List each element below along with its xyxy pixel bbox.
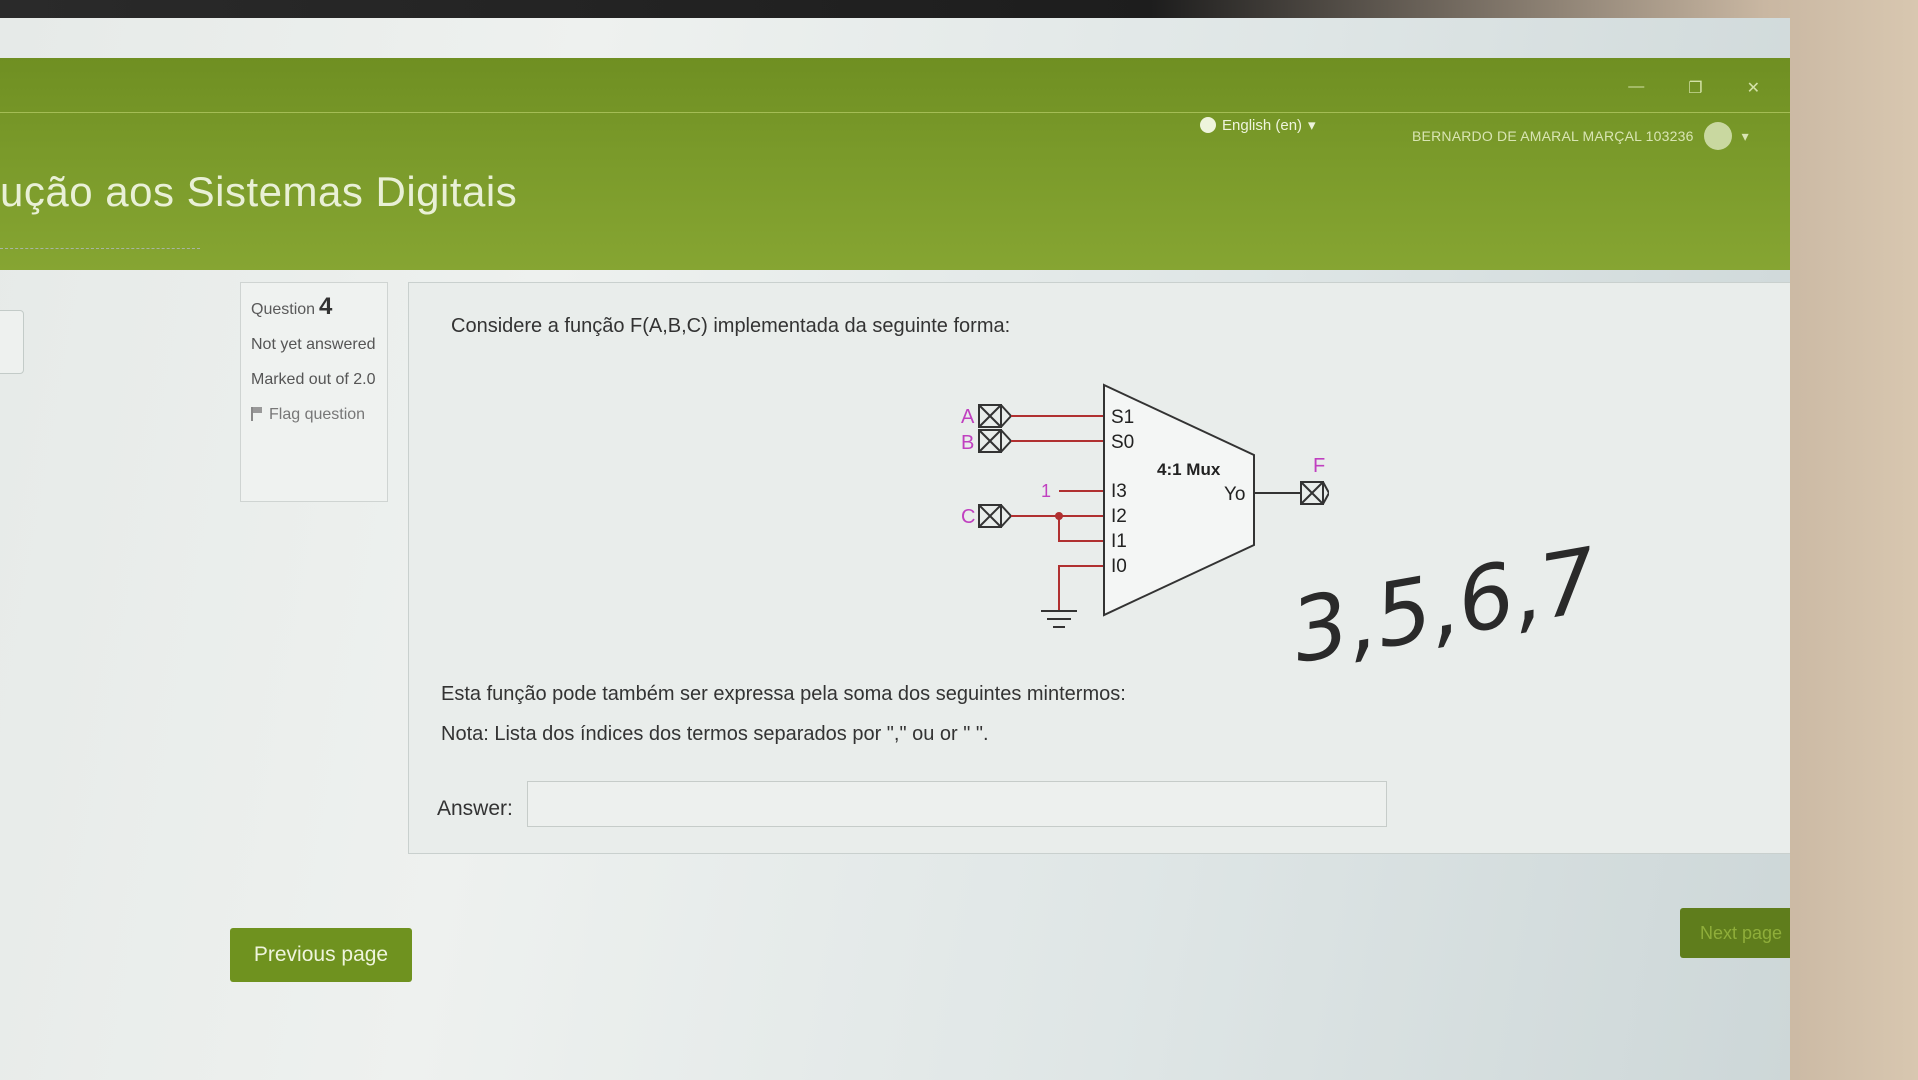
question-status: Not yet answered (251, 336, 376, 353)
handwritten-note-text: 3,5,6,7 (1290, 528, 1605, 678)
answer-label: Answer: (437, 797, 513, 820)
language-label: English (en) (1222, 116, 1303, 134)
question-number: Question 4 (251, 293, 333, 320)
caret-down-icon: ▾ (1308, 117, 1316, 134)
mux-label: 4:1 Mux (1157, 460, 1221, 479)
select-label-s1: S1 (1111, 407, 1134, 428)
input-label-b: B (961, 432, 974, 454)
caret-down-icon: ▾ (1741, 127, 1749, 144)
close-icon[interactable]: ✕ (1747, 78, 1760, 98)
question-body: Esta função pode também ser expressa pel… (441, 683, 1126, 705)
window-controls: — ❐ ✕ (1628, 78, 1760, 98)
wire-i0 (1058, 565, 1104, 611)
input-pad-c (978, 504, 1013, 528)
const-one-label: 1 (1041, 481, 1051, 501)
handwritten-minterms: 3,5,6,7 (1290, 528, 1605, 678)
input-pad-a (978, 404, 1013, 428)
breadcrumb-divider (0, 248, 200, 249)
globe-icon (1200, 117, 1216, 133)
next-page-button[interactable]: Next page (1680, 908, 1790, 958)
output-label-yo: Yo (1224, 484, 1246, 505)
output-pad-f (1300, 481, 1329, 505)
user-name: BERNARDO DE AMARAL MARÇAL 103236 (1412, 128, 1694, 144)
question-marks: Marked out of 2.0 (251, 371, 376, 388)
question-info-box: Question 4 Not yet answered Marked out of… (240, 282, 388, 502)
data-label-i0: I0 (1111, 556, 1127, 577)
output-name-f: F (1313, 455, 1325, 477)
site-header: English (en) ▾ BERNARDO DE AMARAL MARÇAL… (0, 58, 1790, 270)
select-label-s0: S0 (1111, 432, 1134, 453)
language-menu[interactable]: English (en) ▾ (1200, 116, 1316, 134)
question-intro: Considere a função F(A,B,C) implementada… (451, 315, 1011, 337)
answer-input[interactable] (527, 781, 1387, 827)
maximize-icon[interactable]: ❐ (1688, 78, 1702, 98)
browser-screen: English (en) ▾ BERNARDO DE AMARAL MARÇAL… (0, 18, 1790, 1080)
mux-circuit-diagram: A B C 1 S1 S0 4:1 Mux I3 I2 I1 I0 Yo F (961, 383, 1329, 628)
question-note: Nota: Lista dos índices dos termos separ… (441, 723, 989, 745)
data-label-i1: I1 (1111, 531, 1127, 552)
data-label-i3: I3 (1111, 481, 1127, 502)
user-menu[interactable]: BERNARDO DE AMARAL MARÇAL 103236 ▾ (1412, 122, 1749, 150)
drawer-toggle[interactable] (0, 310, 24, 374)
input-pad-b (978, 429, 1013, 453)
course-title: ução aos Sistemas Digitais (0, 168, 518, 215)
previous-page-button[interactable]: Previous page (230, 928, 412, 982)
minimize-icon[interactable]: — (1628, 78, 1644, 98)
input-label-c: C (961, 506, 975, 528)
header-divider (0, 112, 1790, 113)
flag-question-link[interactable]: Flag question (251, 403, 377, 426)
data-label-i2: I2 (1111, 506, 1127, 527)
avatar[interactable] (1703, 122, 1732, 150)
flag-icon (251, 407, 263, 421)
input-label-a: A (961, 406, 975, 428)
ground-symbol (1041, 610, 1077, 628)
wire-i1 (1058, 516, 1104, 542)
